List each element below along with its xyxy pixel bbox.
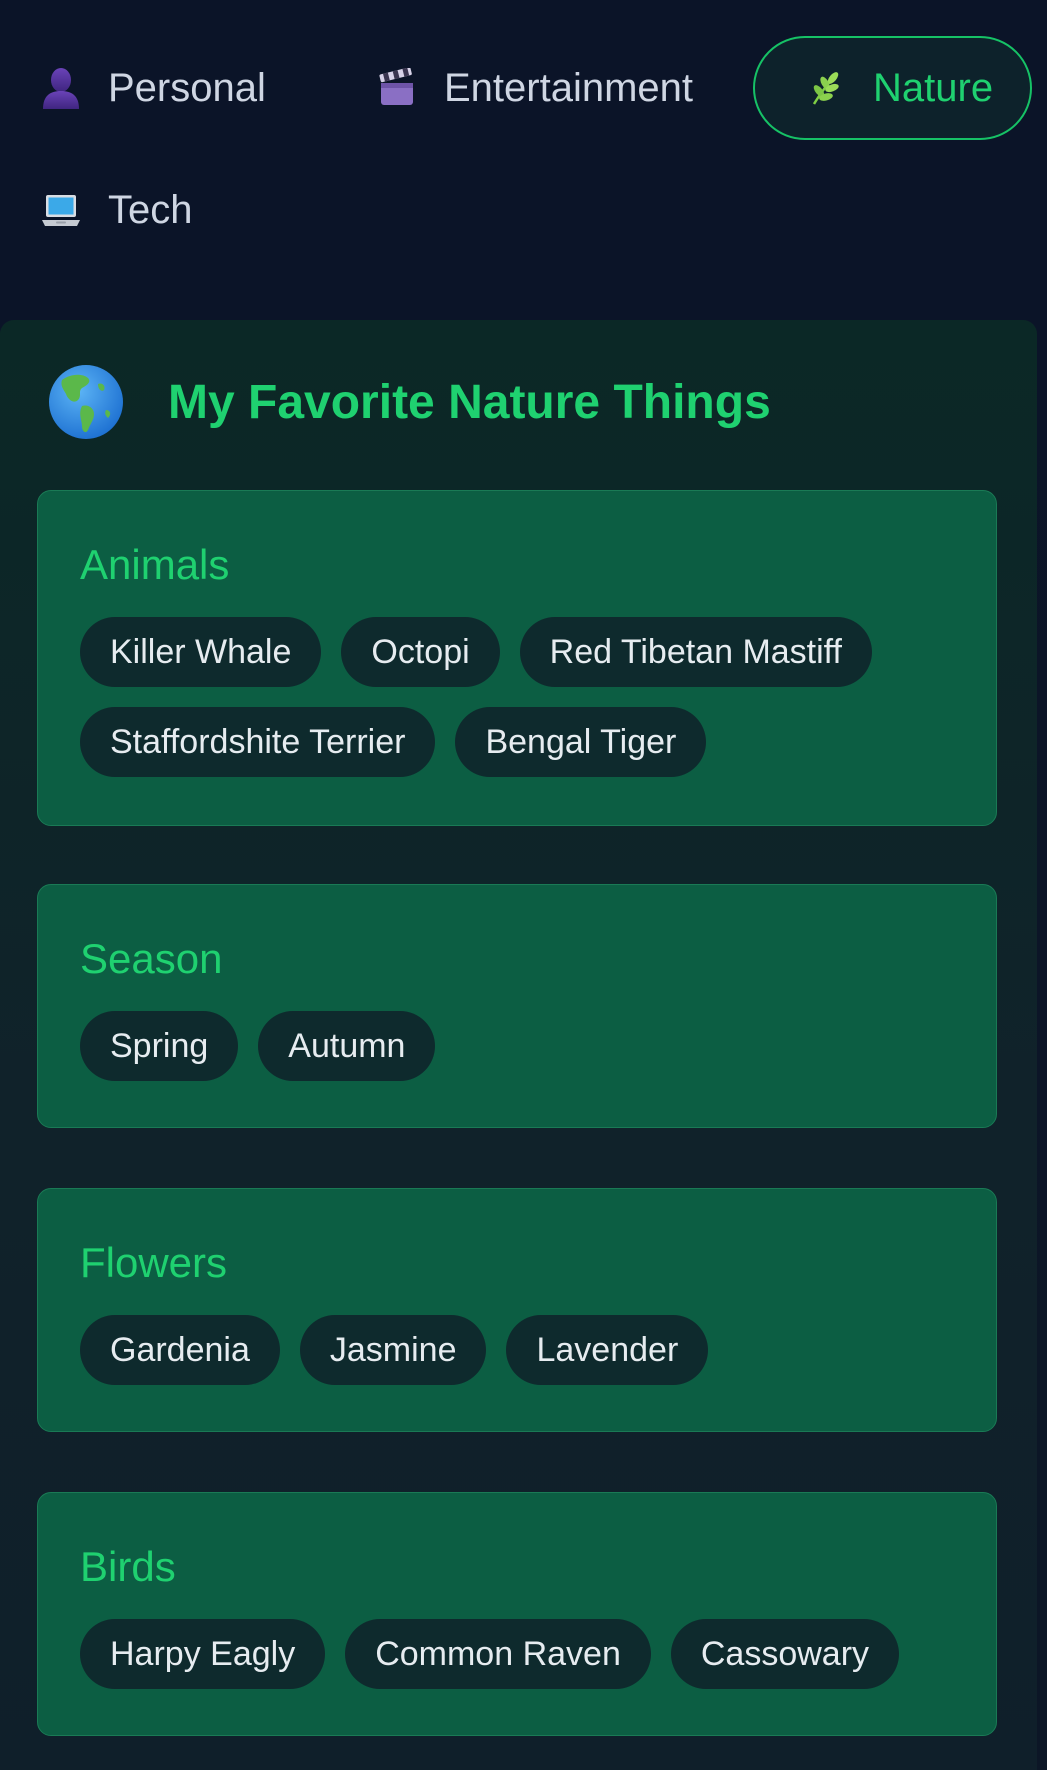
chip-list: Gardenia Jasmine Lavender <box>80 1315 980 1405</box>
item-chip[interactable]: Lavender <box>506 1315 709 1385</box>
chip-list: Spring Autumn <box>80 1011 980 1101</box>
tab-tech[interactable]: Tech <box>38 158 193 262</box>
section-title: Flowers <box>80 1239 228 1286</box>
section-card-birds: Birds Harpy Eagly Common Raven Cassowary <box>37 1492 997 1736</box>
item-chip[interactable]: Spring <box>80 1011 239 1081</box>
clapper-board-icon <box>374 65 420 111</box>
tab-label: Tech <box>108 187 193 232</box>
section-title: Season <box>80 935 223 982</box>
tab-personal[interactable]: Personal <box>38 36 266 140</box>
item-chip[interactable]: Autumn <box>258 1011 436 1081</box>
chip-list: Harpy Eagly Common Raven Cassowary <box>80 1619 980 1709</box>
person-silhouette-icon <box>38 65 84 111</box>
chip-list: Killer Whale Octopi Red Tibetan Mastiff … <box>80 617 980 797</box>
category-tabs: Personal Entertainment Nature Tech <box>0 0 1047 320</box>
panel-title: My Favorite Nature Things <box>168 375 771 429</box>
tab-label: Nature <box>873 65 994 110</box>
section-card-flowers: Flowers Gardenia Jasmine Lavender <box>37 1188 997 1432</box>
section-title: Animals <box>80 541 230 588</box>
item-chip[interactable]: Killer Whale <box>80 617 322 687</box>
section-card-season: Season Spring Autumn <box>37 884 997 1128</box>
item-chip[interactable]: Cassowary <box>670 1619 900 1689</box>
item-chip[interactable]: Octopi <box>341 617 500 687</box>
tab-nature[interactable]: Nature <box>753 36 1032 140</box>
page: Personal Entertainment Nature Tech My Fa… <box>0 0 1047 1770</box>
item-chip[interactable]: Harpy Eagly <box>80 1619 326 1689</box>
item-chip[interactable]: Staffordshite Terrier <box>80 707 436 777</box>
tab-label: Entertainment <box>444 65 694 110</box>
laptop-icon <box>38 187 84 233</box>
section-title: Birds <box>80 1543 176 1590</box>
tab-label: Personal <box>108 65 266 110</box>
item-chip[interactable]: Gardenia <box>80 1315 280 1385</box>
panel-header: My Favorite Nature Things <box>48 362 771 442</box>
herb-icon <box>803 65 849 111</box>
item-chip[interactable]: Red Tibetan Mastiff <box>519 617 872 687</box>
section-card-animals: Animals Killer Whale Octopi Red Tibetan … <box>37 490 997 826</box>
item-chip[interactable]: Common Raven <box>345 1619 651 1689</box>
tab-entertainment[interactable]: Entertainment <box>374 36 693 140</box>
nature-panel: My Favorite Nature Things Animals Killer… <box>0 320 1037 1770</box>
item-chip[interactable]: Jasmine <box>299 1315 487 1385</box>
item-chip[interactable]: Bengal Tiger <box>455 707 707 777</box>
globe-americas-icon <box>48 364 124 440</box>
